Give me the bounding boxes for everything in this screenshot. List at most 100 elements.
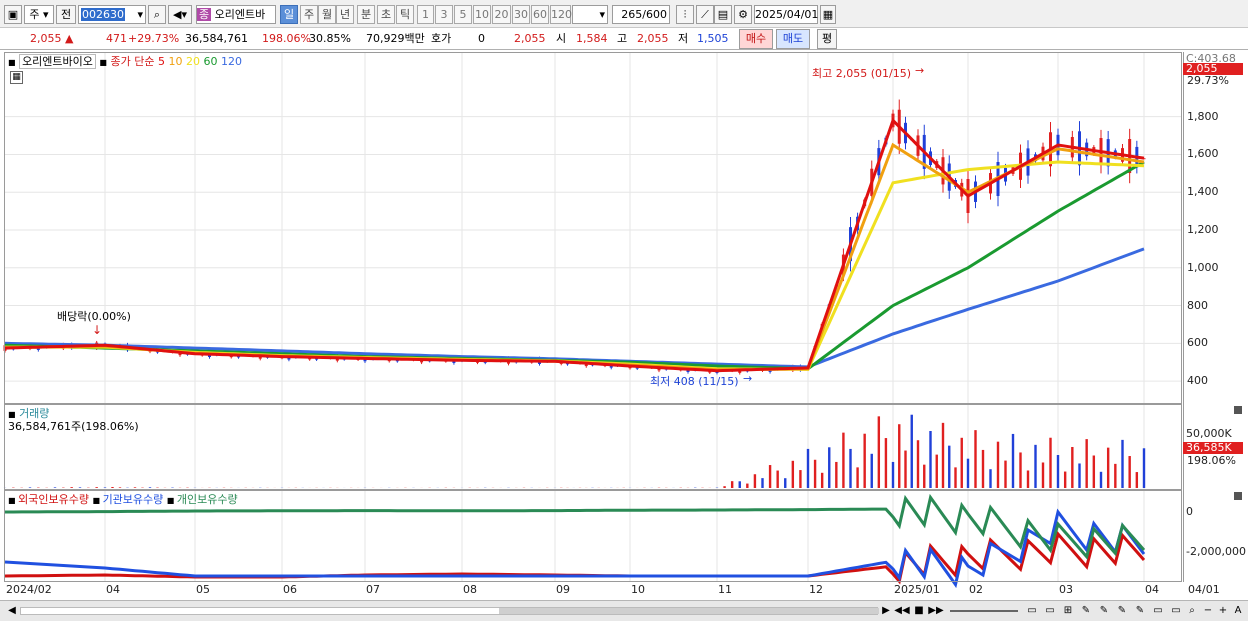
period-tab[interactable]: 초	[377, 5, 395, 24]
x-axis-label: 12	[809, 583, 823, 596]
avg-button[interactable]: 평	[817, 29, 837, 49]
hoga-value: 0	[478, 32, 485, 45]
count-field[interactable]: 265/600	[612, 5, 670, 24]
price-tick-label: 1,000	[1187, 260, 1219, 274]
ma-period-label[interactable]: 5	[158, 55, 165, 68]
interval-select[interactable]: ▾	[572, 5, 608, 24]
draw-icon[interactable]: ✎	[1114, 603, 1130, 619]
interval-tab[interactable]: 10	[473, 5, 491, 24]
volume-tick: 50,000K	[1186, 427, 1232, 440]
scrollbar-track[interactable]	[20, 607, 879, 615]
volume-current-pct: 198.06%	[1187, 454, 1236, 467]
interval-tab[interactable]: 30	[512, 5, 530, 24]
ma-period-label[interactable]: 20	[182, 55, 200, 68]
price-value: 2,055 ▲	[30, 32, 74, 45]
chevron-down-icon[interactable]: ▾	[137, 6, 143, 23]
speaker-icon[interactable]: ◀▾	[168, 5, 192, 24]
square-icon: ■	[8, 496, 19, 505]
count-value: 265	[621, 8, 643, 21]
ma-period-label[interactable]: 60	[200, 55, 217, 68]
gear-icon[interactable]: ⚙	[734, 5, 752, 24]
close-icon[interactable]	[1234, 406, 1242, 414]
price-tick-label: 1,800	[1187, 109, 1219, 123]
candle-icon[interactable]: ⫶	[676, 5, 694, 24]
low-value: 1,505	[697, 32, 729, 45]
holdings-series-label[interactable]: 개인보유수량	[177, 493, 238, 506]
minus-icon[interactable]: −	[1200, 603, 1216, 619]
holdings-series-label[interactable]: 기관보유수량	[103, 493, 167, 506]
grid-icon[interactable]: ⊞	[1060, 603, 1076, 619]
high-arrow-icon: →	[915, 64, 925, 77]
window-icon[interactable]: ▭	[1042, 603, 1058, 619]
chevron-down-icon: ▾	[599, 8, 605, 21]
save-icon[interactable]: ▤	[714, 5, 732, 24]
window-icon[interactable]: ▭	[1024, 603, 1040, 619]
interval-tab[interactable]: 20	[492, 5, 511, 24]
interval-tab[interactable]: 5	[454, 5, 472, 24]
stock-name-field[interactable]: 종 오리엔트바	[196, 5, 276, 24]
fast-forward-icon[interactable]: ▶▶	[928, 603, 944, 619]
close-icon[interactable]	[1234, 492, 1242, 500]
scroll-left-icon[interactable]: ◀	[4, 603, 20, 619]
window-icon[interactable]: ▭	[1168, 603, 1184, 619]
period-tab[interactable]: 월	[318, 5, 336, 24]
interval-tab[interactable]: 1	[417, 5, 434, 24]
zoom-slider[interactable]	[950, 610, 1018, 612]
period-tab[interactable]: 틱	[396, 5, 414, 24]
date-field[interactable]: 2025/04/01	[754, 5, 818, 24]
volume-panel	[4, 404, 1182, 490]
scrollbar-thumb[interactable]	[499, 608, 879, 614]
period-tab[interactable]: 일	[280, 5, 298, 24]
draw-line-icon[interactable]: ⟋	[696, 5, 714, 24]
stock-badge: 종	[197, 8, 212, 21]
price-tick-label: 1,400	[1187, 185, 1219, 199]
zoom-icon[interactable]: ⌕	[1184, 603, 1200, 619]
chart-menu-icon[interactable]: ▣	[4, 5, 22, 24]
draw-icon[interactable]: ✎	[1096, 603, 1112, 619]
open-label: 시	[556, 32, 567, 45]
y-axis	[1183, 52, 1248, 582]
turnover-value: 30.85%	[309, 32, 351, 45]
text-icon[interactable]: A	[1230, 603, 1246, 619]
dividend-arrow-icon: ↓	[92, 323, 103, 337]
calendar-icon[interactable]: ▦	[820, 5, 836, 24]
holdings-series-label[interactable]: 외국인보유수량	[18, 493, 92, 506]
ma-period-label[interactable]: 10	[165, 55, 182, 68]
hoga-price: 2,055	[514, 32, 546, 45]
scroll-right-icon[interactable]: ▶	[878, 603, 894, 619]
square-icon: ■	[99, 58, 107, 67]
interval-tab[interactable]: 60	[531, 5, 549, 24]
price-tick-label: 600	[1187, 336, 1208, 350]
interval-tab[interactable]: 120	[550, 5, 572, 24]
buy-button[interactable]: 매수	[739, 29, 773, 49]
draw-icon[interactable]: ✎	[1078, 603, 1094, 619]
interval-tab[interactable]: 3	[435, 5, 453, 24]
stock-code-input[interactable]: 002630 ▾	[78, 5, 146, 24]
search-icon[interactable]: ⌕	[148, 5, 166, 24]
plus-icon[interactable]: +	[1215, 603, 1231, 619]
table-icon[interactable]: ▦	[10, 71, 23, 84]
x-axis-current-date: 04/01	[1188, 583, 1220, 596]
change-value: 471	[106, 32, 127, 45]
volume-ratio-value: 198.06%	[262, 32, 311, 45]
market-type-select[interactable]: 주 ▾	[24, 5, 54, 24]
ma-title[interactable]: 종가 단순	[110, 55, 154, 68]
dividend-note: 배당락(0.00%)	[57, 310, 131, 323]
sell-button[interactable]: 매도	[776, 29, 810, 49]
period-tab[interactable]: 분	[357, 5, 375, 24]
prev-button[interactable]: 전	[56, 5, 76, 24]
ma-period-label[interactable]: 120	[217, 55, 242, 68]
stock-code-value: 002630	[81, 8, 125, 21]
period-tab[interactable]: 년	[336, 5, 354, 24]
price-tick-label: 1,200	[1187, 223, 1219, 236]
stock-name-text: 오리엔트바	[214, 8, 266, 21]
draw-icon[interactable]: ✎	[1132, 603, 1148, 619]
price-panel	[4, 52, 1182, 404]
stock-label[interactable]: 오리엔트바이오	[19, 54, 96, 69]
stop-icon[interactable]: ■	[911, 603, 927, 619]
holdings-tick-label: -2,000,000	[1186, 545, 1246, 558]
window-icon[interactable]: ▭	[1150, 603, 1166, 619]
period-tab[interactable]: 주	[300, 5, 318, 24]
chart-area[interactable]: ■ 오리엔트바이오 ■ 종가 단순 5 10 20 60 120 ▦ 배당락(0…	[0, 50, 1248, 600]
rewind-icon[interactable]: ◀◀	[894, 603, 910, 619]
